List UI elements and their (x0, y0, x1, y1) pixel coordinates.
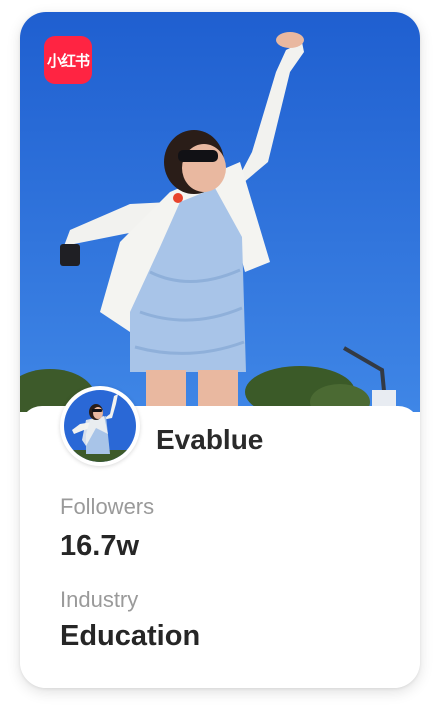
brand-logo: 小红书 (44, 36, 92, 84)
industry-value: Education (60, 620, 201, 652)
cover-photo: 小红书 (20, 12, 420, 412)
profile-card[interactable]: 小红书 Evablue Followers 16.7w Industry Edu… (20, 12, 420, 688)
profile-name: Evablue (156, 424, 264, 455)
followers-value: 16.7w (60, 530, 139, 562)
industry-label: Industry (60, 587, 139, 612)
avatar-illustration (64, 390, 136, 462)
avatar-image (64, 390, 136, 462)
followers-label: Followers (60, 494, 155, 519)
avatar[interactable] (60, 386, 140, 466)
